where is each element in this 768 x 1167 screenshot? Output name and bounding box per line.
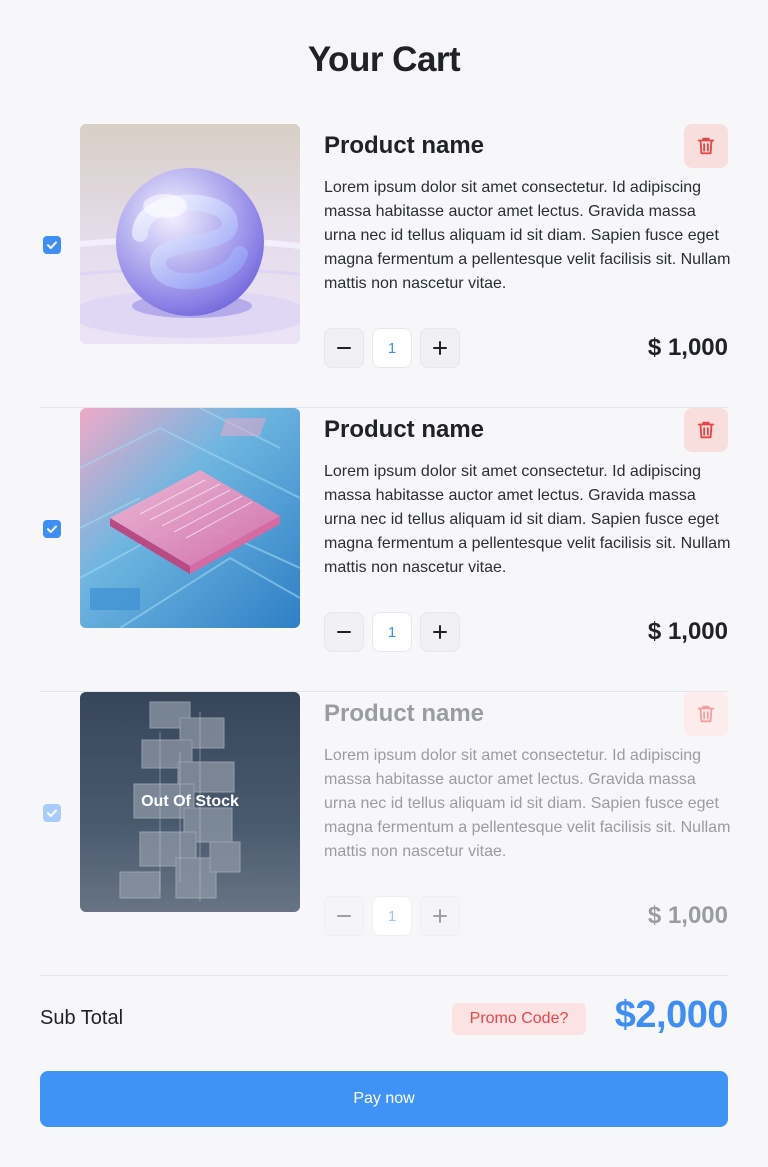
quantity-value[interactable]: 1: [372, 896, 412, 936]
trash-icon: [697, 705, 715, 723]
minus-icon: [337, 915, 351, 917]
quantity-stepper: 1: [324, 612, 460, 652]
check-icon: [47, 809, 57, 817]
product-description: Lorem ipsum dolor sit amet consectetur. …: [324, 747, 731, 860]
check-icon: [47, 241, 57, 249]
delete-button[interactable]: [684, 408, 728, 452]
product-image[interactable]: [80, 408, 300, 628]
delete-button[interactable]: [684, 692, 728, 736]
minus-icon: [337, 631, 351, 633]
total-amount: $2,000: [614, 994, 729, 1036]
cart-item: Product name Lorem ipsum dolor sit amet …: [40, 408, 730, 692]
plus-icon: [433, 341, 447, 355]
item-checkbox[interactable]: [43, 804, 61, 822]
out-of-stock-label: Out Of Stock: [80, 692, 300, 912]
quantity-stepper: 1: [324, 328, 460, 368]
increment-button[interactable]: [420, 328, 460, 368]
quantity-value[interactable]: 1: [372, 328, 412, 368]
decrement-button[interactable]: [324, 896, 364, 936]
quantity-stepper: 1: [324, 896, 460, 936]
product-name[interactable]: Product name: [324, 700, 484, 728]
product-name[interactable]: Product name: [324, 132, 484, 160]
product-image[interactable]: Out Of Stock: [80, 692, 300, 912]
plus-icon: [433, 625, 447, 639]
promo-code-button[interactable]: Promo Code?: [452, 1003, 586, 1035]
page-title: Your Cart: [307, 40, 461, 79]
delete-button[interactable]: [684, 124, 728, 168]
quantity-value[interactable]: 1: [372, 612, 412, 652]
increment-button[interactable]: [420, 612, 460, 652]
decrement-button[interactable]: [324, 612, 364, 652]
cart-item: Out Of Stock Product name Lorem ipsum do…: [40, 692, 730, 976]
product-description: Lorem ipsum dolor sit amet consectetur. …: [324, 179, 731, 292]
trash-icon: [697, 137, 715, 155]
plus-icon: [433, 909, 447, 923]
product-price: $ 1,000: [647, 902, 728, 929]
increment-button[interactable]: [420, 896, 460, 936]
check-icon: [47, 525, 57, 533]
cart-item: Product name Lorem ipsum dolor sit amet …: [40, 124, 730, 408]
product-price: $ 1,000: [647, 618, 728, 645]
decrement-button[interactable]: [324, 328, 364, 368]
cart-page: Your Cart Product name Lorem ipsum dolor…: [0, 0, 768, 1167]
circuit-chip-image: [80, 408, 300, 628]
minus-icon: [337, 347, 351, 349]
pay-now-button[interactable]: Pay now: [40, 1071, 728, 1127]
glass-sphere-image: [80, 124, 300, 344]
trash-icon: [697, 421, 715, 439]
product-description: Lorem ipsum dolor sit amet consectetur. …: [324, 463, 731, 576]
item-checkbox[interactable]: [43, 520, 61, 538]
product-name[interactable]: Product name: [324, 416, 484, 444]
item-checkbox[interactable]: [43, 236, 61, 254]
subtotal-label: Sub Total: [40, 1007, 124, 1029]
product-price: $ 1,000: [647, 334, 728, 361]
product-image[interactable]: [80, 124, 300, 344]
